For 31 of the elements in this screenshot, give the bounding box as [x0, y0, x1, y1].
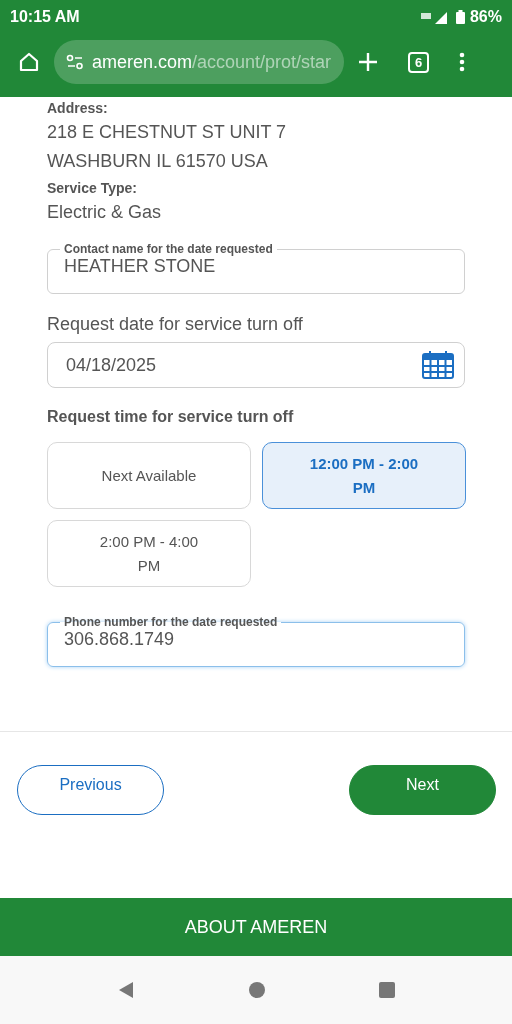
battery-level: 86% — [469, 8, 502, 26]
field-value: WASHBURN IL 61570 USA — [47, 150, 269, 173]
field-value: 218 E CHESTNUT ST UNIT 7 — [47, 121, 288, 144]
field-label: Contact name for the date requested — [63, 242, 274, 256]
previous-button[interactable]: Previous — [17, 765, 164, 815]
new-tab-icon[interactable] — [358, 52, 378, 72]
site-settings-icon[interactable] — [66, 54, 84, 70]
next-button[interactable]: Next — [349, 765, 496, 815]
field-label: Service Type: — [47, 179, 138, 198]
time-option[interactable]: Next Available — [47, 442, 251, 509]
url-text: ameren.com/account/prot/star — [92, 51, 332, 73]
battery-icon — [455, 10, 465, 24]
date-field[interactable]: 04/18/2025 — [47, 342, 465, 388]
address-bar[interactable]: ameren.com/account/prot/star — [54, 40, 344, 84]
time-option[interactable]: 2:00 PM - 4:00 PM — [47, 520, 251, 587]
field-value: Electric & Gas — [47, 201, 163, 224]
field-label: Phone number for the date requested — [63, 615, 279, 629]
text-field[interactable]: Phone number for the date requested 306.868.1749 — [47, 615, 465, 667]
calendar-icon[interactable] — [422, 351, 454, 379]
field-label: Request date for service turn off — [47, 314, 304, 335]
time-option[interactable]: 12:00 PM - 2:00 PM — [262, 442, 466, 509]
section-title: Request time for service turn off — [47, 408, 295, 426]
home-icon[interactable] — [248, 981, 266, 999]
status-time: 10:15 AM — [10, 8, 80, 26]
recents-icon[interactable] — [379, 982, 396, 998]
menu-icon[interactable] — [459, 52, 465, 72]
tab-count[interactable]: 6 — [408, 51, 429, 73]
home-icon[interactable] — [18, 51, 40, 73]
text-field[interactable]: Contact name for the date requested HEATHER STONE — [47, 242, 465, 294]
footer-link[interactable]: ABOUT AMEREN — [184, 916, 328, 938]
field-label: Address: — [47, 99, 109, 118]
